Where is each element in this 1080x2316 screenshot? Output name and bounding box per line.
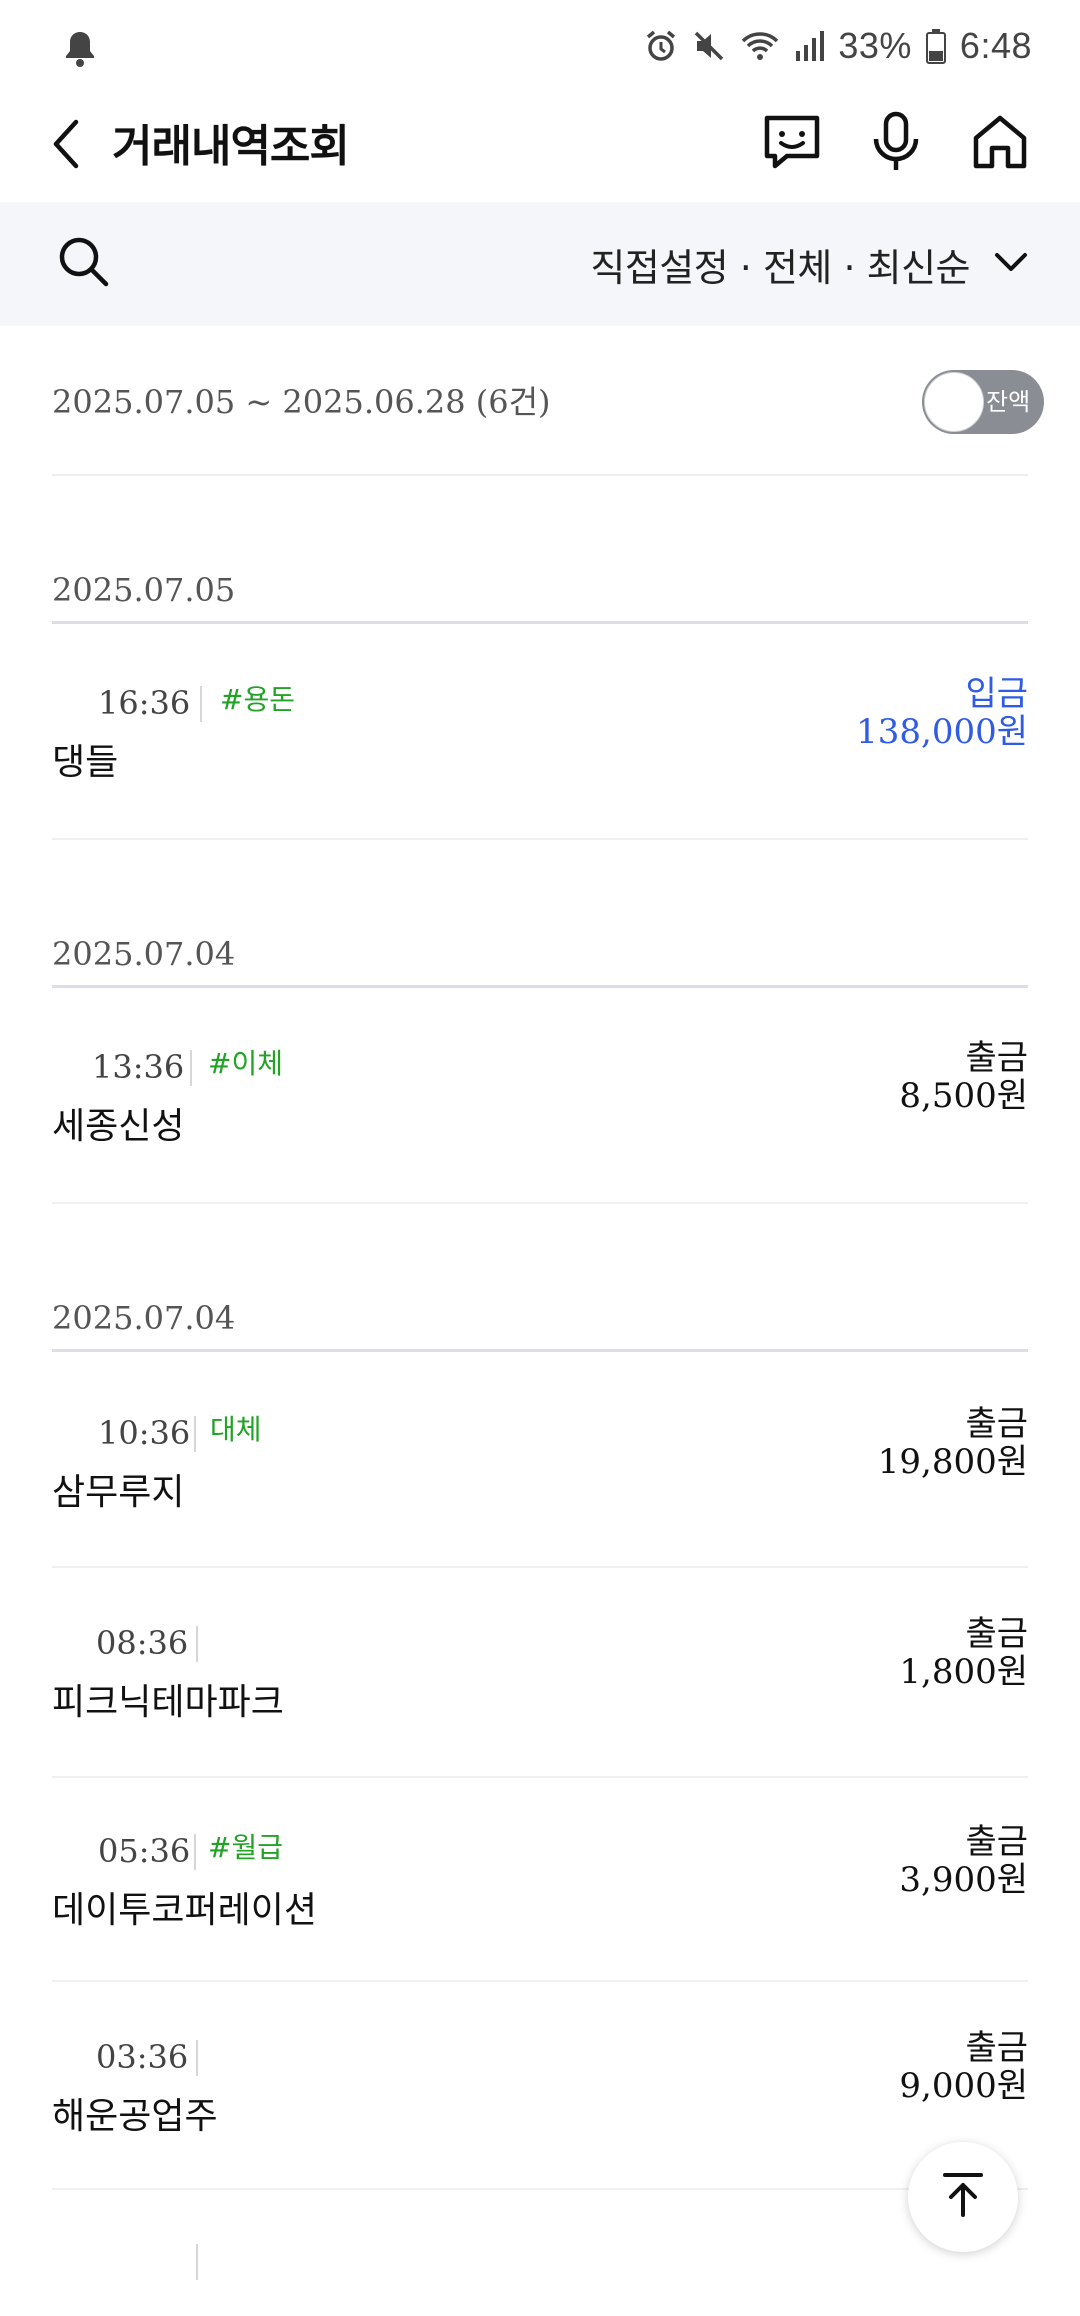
transaction-row[interactable]: 13:36 #이체 세종신성 출금 8,500원 xyxy=(52,1038,1028,1162)
search-icon xyxy=(57,235,111,293)
battery-icon xyxy=(925,28,946,64)
separator xyxy=(190,1050,192,1086)
row-divider xyxy=(52,1776,1028,1778)
tx-time: 03:36 xyxy=(96,2038,189,2076)
tx-amount: 8,500원 xyxy=(899,1076,1028,1116)
tx-type: 출금 xyxy=(965,1404,1028,1444)
status-icons: 33% 6:48 xyxy=(644,22,1032,70)
date-label: 2025.07.04 xyxy=(52,1299,236,1337)
transaction-row[interactable]: 10:36 대체 삼무루지 출금 19,800원 xyxy=(52,1404,1028,1528)
tx-name: 삼무루지 xyxy=(52,1472,185,1513)
date-underline xyxy=(52,621,1028,624)
toggle-knob xyxy=(924,372,984,432)
arrow-up-icon xyxy=(941,2171,985,2223)
microphone-icon xyxy=(869,111,923,177)
tx-name: 해운공업주 xyxy=(52,2096,218,2137)
separator xyxy=(200,686,202,722)
home-icon xyxy=(970,112,1030,176)
tx-type: 출금 xyxy=(965,1822,1028,1862)
balance-toggle-label: 잔액 xyxy=(986,388,1031,416)
chatbot-button[interactable] xyxy=(752,104,832,184)
date-underline xyxy=(52,985,1028,988)
scroll-to-top-button[interactable] xyxy=(908,2142,1018,2252)
battery-percent: 33% xyxy=(838,25,912,66)
separator xyxy=(194,1416,196,1452)
separator xyxy=(194,1834,196,1870)
tx-amount: 138,000원 xyxy=(856,712,1028,752)
filter-label: 직접설정 · 전체 · 최신순 xyxy=(590,245,970,290)
chat-smile-icon xyxy=(761,112,823,176)
tx-name: 세종신성 xyxy=(52,1106,185,1147)
clock: 6:48 xyxy=(959,25,1032,66)
tx-amount: 3,900원 xyxy=(899,1860,1028,1900)
date-header: 2025.07.04 xyxy=(52,926,1028,988)
summary-bar: 2025.07.05 ~ 2025.06.28 (6건) 잔액 xyxy=(0,326,1080,476)
back-arrow-icon xyxy=(50,118,82,174)
chevron-down-icon xyxy=(994,251,1028,277)
tx-time: 08:36 xyxy=(96,1624,189,1662)
date-header: 2025.07.04 xyxy=(52,1290,1028,1352)
tx-name: 댕들 xyxy=(52,742,119,783)
separator xyxy=(196,1626,198,1662)
date-header: 2025.07.05 xyxy=(52,562,1028,624)
tx-type: 출금 xyxy=(965,2028,1028,2068)
transaction-row[interactable]: 08:36 피크닉테마파크 출금 1,800원 xyxy=(52,1614,1028,1738)
date-range-count: 2025.07.05 ~ 2025.06.28 (6건) xyxy=(52,383,551,421)
voice-search-button[interactable] xyxy=(856,104,936,184)
tx-time: 10:36 xyxy=(98,1414,191,1452)
notification-bell-icon xyxy=(62,28,98,68)
tx-type: 입금 xyxy=(965,674,1028,714)
signal-icon xyxy=(794,29,825,63)
tx-tag[interactable]: #용돈 xyxy=(220,678,295,722)
balance-toggle[interactable]: 잔액 xyxy=(922,370,1044,434)
back-button[interactable] xyxy=(40,110,92,182)
divider xyxy=(52,474,1028,476)
row-divider xyxy=(52,1566,1028,1568)
tx-name: 피크닉테마파크 xyxy=(52,1682,284,1723)
date-label: 2025.07.05 xyxy=(52,571,236,609)
tx-amount: 19,800원 xyxy=(877,1442,1028,1482)
transaction-row[interactable]: 16:36 #용돈 댕들 입금 138,000원 xyxy=(52,674,1028,798)
separator xyxy=(196,2244,198,2280)
search-button[interactable] xyxy=(52,232,116,296)
transaction-row[interactable]: 05:36 #월급 데이투코퍼레이션 출금 3,900원 xyxy=(52,1822,1028,1946)
separator xyxy=(196,2040,198,2076)
tx-tag[interactable]: #월급 xyxy=(208,1826,283,1870)
mute-icon xyxy=(692,29,726,63)
tx-time: 16:36 xyxy=(98,684,191,722)
tx-type: 출금 xyxy=(965,1614,1028,1654)
date-underline xyxy=(52,1349,1028,1352)
tx-time: 05:36 xyxy=(98,1832,191,1870)
tx-time: 13:36 xyxy=(92,1048,185,1086)
filter-bar: 직접설정 · 전체 · 최신순 xyxy=(0,202,1080,326)
tx-tag[interactable]: 대체 xyxy=(210,1408,262,1452)
home-button[interactable] xyxy=(960,104,1040,184)
row-divider xyxy=(52,838,1028,840)
date-label: 2025.07.04 xyxy=(52,935,236,973)
status-bar: 33% 6:48 xyxy=(0,0,1080,92)
row-divider xyxy=(52,2188,1028,2190)
tx-amount: 9,000원 xyxy=(899,2066,1028,2106)
filter-dropdown[interactable]: 직접설정 · 전체 · 최신순 xyxy=(590,230,1028,298)
row-divider xyxy=(52,1202,1028,1204)
app-header: 거래내역조회 xyxy=(0,92,1080,202)
row-divider xyxy=(52,1980,1028,1982)
wifi-icon xyxy=(740,29,780,63)
transaction-row[interactable]: 03:36 해운공업주 출금 9,000원 xyxy=(52,2028,1028,2152)
tx-amount: 1,800원 xyxy=(899,1652,1028,1692)
page-title: 거래내역조회 xyxy=(112,121,350,172)
tx-name: 데이투코퍼레이션 xyxy=(52,1890,317,1931)
tx-type: 출금 xyxy=(965,1038,1028,1078)
alarm-icon xyxy=(644,29,678,63)
tx-tag[interactable]: #이체 xyxy=(208,1042,283,1086)
